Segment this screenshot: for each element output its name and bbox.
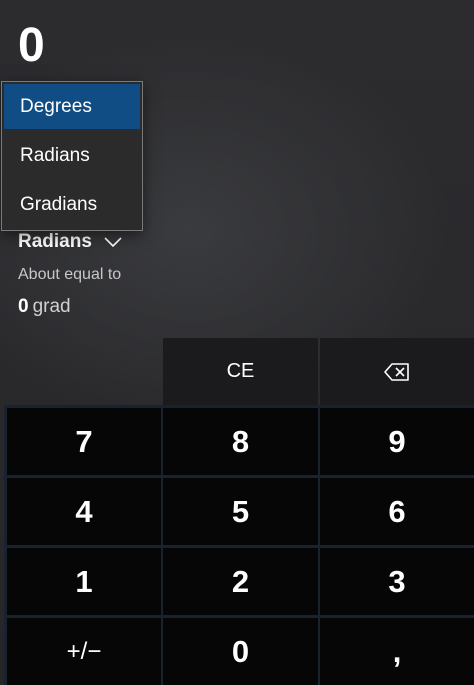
key-9[interactable]: 9 (320, 408, 474, 475)
key-0[interactable]: 0 (163, 618, 318, 685)
backspace-icon (384, 362, 409, 381)
key-8[interactable]: 8 (163, 408, 318, 475)
converted-value: 0 (18, 296, 29, 317)
key-2[interactable]: 2 (163, 548, 318, 615)
key-6[interactable]: 6 (320, 478, 474, 545)
display-value: 0 (18, 19, 46, 72)
converted-unit: grad (32, 296, 71, 317)
converted-result: 0 grad (18, 296, 71, 318)
key-4[interactable]: 4 (7, 478, 161, 545)
key-3[interactable]: 3 (320, 548, 474, 615)
key-1[interactable]: 1 (7, 548, 161, 615)
chevron-down-icon (104, 237, 122, 248)
unit-select-label: Radians (18, 231, 92, 252)
dropdown-option-gradians[interactable]: Gradians (4, 182, 140, 227)
unit-dropdown-menu: Degrees Radians Gradians (1, 81, 143, 231)
negate-button[interactable]: +/− (7, 618, 161, 685)
key-7[interactable]: 7 (7, 408, 161, 475)
unit-select[interactable]: Radians (18, 229, 122, 255)
about-equal-label: About equal to (18, 266, 122, 283)
backspace-button[interactable] (320, 338, 474, 405)
clear-entry-button[interactable]: CE (163, 338, 318, 405)
dropdown-option-radians[interactable]: Radians (4, 133, 140, 178)
dropdown-option-degrees[interactable]: Degrees (4, 84, 140, 129)
key-5[interactable]: 5 (163, 478, 318, 545)
decimal-separator-button[interactable]: , (320, 618, 474, 685)
